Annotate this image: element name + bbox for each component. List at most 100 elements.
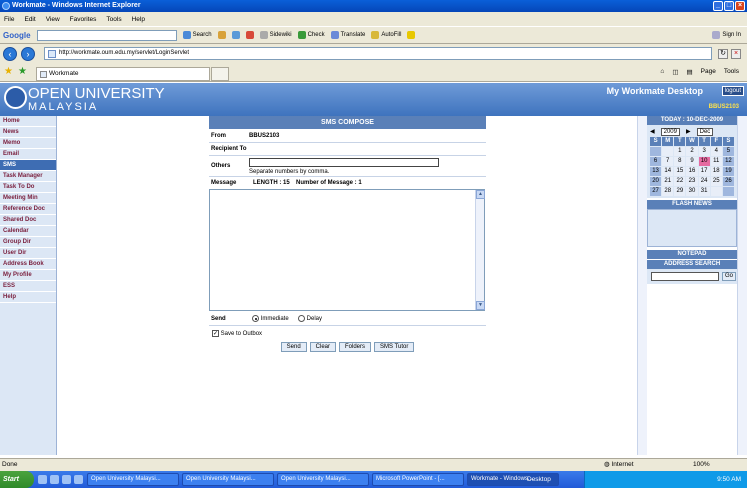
calendar-day[interactable]: 27 [650, 187, 662, 196]
page-menu[interactable]: Page [701, 68, 716, 76]
address-bar[interactable]: http://workmate.oum.edu.my/servlet/Login… [44, 47, 712, 60]
calendar-day[interactable]: 18 [710, 167, 722, 176]
sidebar-item-address-book[interactable]: Address Book [0, 259, 56, 270]
delay-radio[interactable]: Delay [298, 315, 322, 322]
calendar-day[interactable]: 24 [698, 177, 710, 186]
calendar-day[interactable]: 5 [722, 147, 734, 156]
sms-tutor-button[interactable]: SMS Tutor [374, 342, 415, 352]
feeds-icon[interactable]: ◫ [672, 68, 678, 76]
calendar-day[interactable]: 25 [710, 177, 722, 186]
menu-edit[interactable]: Edit [24, 16, 35, 23]
notepad-header[interactable]: NOTEPAD [647, 250, 737, 259]
home-icon[interactable]: ⌂ [660, 68, 664, 76]
translate-button[interactable]: Translate [330, 31, 365, 39]
calendar-day[interactable]: 1 [674, 147, 686, 156]
sidebar-item-home[interactable]: Home [0, 116, 56, 127]
message-textarea[interactable]: ▲ ▼ [209, 189, 485, 311]
taskbar-item[interactable]: Open University Malaysi... [87, 473, 179, 486]
calendar-day[interactable]: 7 [662, 157, 674, 166]
refresh-icon[interactable]: ↻ [718, 49, 728, 59]
save-outbox-checkbox[interactable]: ✓ Save to Outbox [212, 330, 262, 337]
logout-button[interactable]: logout [721, 86, 744, 96]
menu-file[interactable]: File [4, 16, 14, 23]
sidebar-item-sms[interactable]: SMS [0, 160, 56, 171]
tools-menu[interactable]: Tools [724, 68, 739, 76]
sign-in-button[interactable]: Sign In [712, 31, 741, 39]
address-search-input[interactable] [651, 272, 719, 281]
calendar-day[interactable]: 16 [686, 167, 698, 176]
menu-favorites[interactable]: Favorites [70, 16, 97, 23]
stop-icon[interactable]: × [731, 49, 741, 59]
sidebar-item-my-profile[interactable]: My Profile [0, 270, 56, 281]
sidebar-item-news[interactable]: News [0, 127, 56, 138]
calendar-day[interactable]: 13 [650, 167, 662, 176]
share-icon[interactable] [231, 31, 240, 39]
menu-help[interactable]: Help [132, 16, 145, 23]
calendar-day[interactable]: 15 [674, 167, 686, 176]
others-input[interactable] [249, 158, 439, 167]
calendar-day[interactable]: 29 [674, 187, 686, 196]
close-button[interactable]: × [735, 1, 745, 11]
calendar-day[interactable]: 2 [686, 147, 698, 156]
sidebar-item-user-dir[interactable]: User Dir [0, 248, 56, 259]
calendar-day[interactable]: 10 [698, 157, 710, 166]
send-button[interactable]: Send [280, 342, 307, 352]
sidebar-item-calendar[interactable]: Calendar [0, 226, 56, 237]
start-button[interactable]: Start [0, 471, 34, 488]
tab-workmate[interactable]: Workmate [36, 67, 210, 81]
taskbar-item[interactable]: Open University Malaysi... [277, 473, 369, 486]
calendar-day[interactable]: 23 [686, 177, 698, 186]
immediate-radio[interactable]: Immediate [252, 315, 289, 322]
calendar-day[interactable]: 30 [686, 187, 698, 196]
calendar-day[interactable]: 17 [698, 167, 710, 176]
clear-button[interactable]: Clear [309, 342, 336, 352]
menu-view[interactable]: View [46, 16, 60, 23]
minimize-button[interactable]: _ [713, 1, 723, 11]
add-favorites-icon[interactable]: ★ [18, 66, 27, 77]
calendar-day[interactable]: 31 [698, 187, 710, 196]
calendar-day[interactable]: 12 [722, 157, 734, 166]
main-scrollbar[interactable] [637, 116, 647, 455]
sidebar-item-meeting-min[interactable]: Meeting Min [0, 193, 56, 204]
popup-icon[interactable] [245, 31, 254, 39]
calendar-day[interactable]: 19 [722, 167, 734, 176]
quicklaunch-icon[interactable] [38, 475, 47, 484]
autofill-button[interactable]: AutoFill [371, 31, 401, 39]
message-scrollbar[interactable]: ▲ ▼ [475, 190, 485, 310]
back-button[interactable]: ‹ [3, 47, 17, 61]
forward-button[interactable]: › [21, 47, 35, 61]
sidebar-item-email[interactable]: Email [0, 149, 56, 160]
calendar-day[interactable]: 20 [650, 177, 662, 186]
google-search-input[interactable] [36, 29, 177, 41]
address-search-go-button[interactable]: Go [722, 272, 737, 281]
menu-tools[interactable]: Tools [106, 16, 121, 23]
sidebar-item-task-manager[interactable]: Task Manager [0, 171, 56, 182]
sidebar-item-memo[interactable]: Memo [0, 138, 56, 149]
highlight-icon[interactable] [407, 31, 416, 39]
scroll-up-icon[interactable]: ▲ [476, 190, 485, 199]
sidebar-item-shared-doc[interactable]: Shared Doc [0, 215, 56, 226]
quicklaunch-icon[interactable] [50, 475, 59, 484]
print-icon[interactable]: ▤ [686, 68, 692, 76]
calendar-day[interactable]: 21 [662, 177, 674, 186]
favorites-star-icon[interactable]: ★ [4, 66, 13, 77]
sidebar-item-task-to-do[interactable]: Task To Do [0, 182, 56, 193]
year-select[interactable]: 2009 [660, 127, 680, 136]
taskbar-item[interactable]: Open University Malaysi... [182, 473, 274, 486]
sidebar-item-ess[interactable]: ESS [0, 281, 56, 292]
month-select[interactable]: Dec [696, 127, 714, 136]
taskbar-item[interactable]: Microsoft PowerPoint - [... [372, 473, 464, 486]
calendar-day[interactable]: 11 [710, 157, 722, 166]
next-month-icon[interactable]: ▶ [686, 128, 691, 135]
new-tab-button[interactable] [211, 67, 229, 81]
calendar-day[interactable]: 28 [662, 187, 674, 196]
google-search-button[interactable]: Search [182, 31, 212, 39]
page-scrollbar[interactable] [737, 116, 747, 455]
folders-button[interactable]: Folders [339, 342, 372, 352]
prev-month-icon[interactable]: ◀ [650, 128, 655, 135]
maximize-button[interactable]: □ [724, 1, 734, 11]
calendar-day[interactable]: 22 [674, 177, 686, 186]
scroll-down-icon[interactable]: ▼ [476, 301, 485, 310]
calendar-day[interactable]: 4 [710, 147, 722, 156]
calendar-day[interactable]: 14 [662, 167, 674, 176]
